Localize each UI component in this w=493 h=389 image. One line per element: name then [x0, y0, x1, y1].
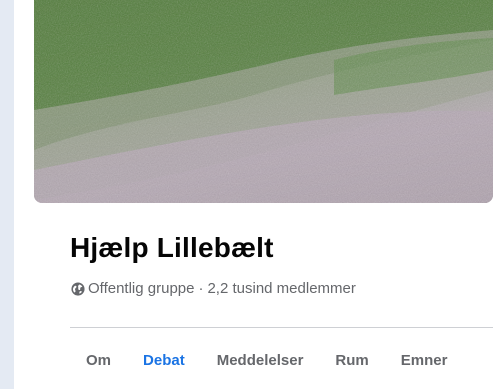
- left-background: [0, 0, 14, 389]
- group-header: Hjælp Lillebælt Offentlig gruppe · 2,2 t…: [14, 0, 493, 389]
- cover-photo[interactable]: [34, 0, 493, 203]
- globe-icon: [71, 281, 85, 296]
- group-meta: Offentlig gruppe · 2,2 tusind medlemmer: [71, 280, 356, 297]
- tab-om[interactable]: Om: [70, 340, 127, 377]
- tab-debat[interactable]: Debat: [127, 340, 201, 377]
- divider: [70, 327, 493, 328]
- meta-separator: ·: [198, 280, 204, 297]
- tab-emner[interactable]: Emner: [385, 340, 464, 377]
- privacy-label[interactable]: Offentlig gruppe: [88, 280, 194, 297]
- group-tabs: Om Debat Meddelelser Rum Emner: [70, 340, 463, 389]
- tab-rum[interactable]: Rum: [319, 340, 384, 377]
- cover-image: [34, 0, 493, 203]
- page-title[interactable]: Hjælp Lillebælt: [70, 232, 274, 264]
- member-count[interactable]: 2,2 tusind medlemmer: [207, 280, 355, 297]
- tab-meddelelser[interactable]: Meddelelser: [201, 340, 320, 377]
